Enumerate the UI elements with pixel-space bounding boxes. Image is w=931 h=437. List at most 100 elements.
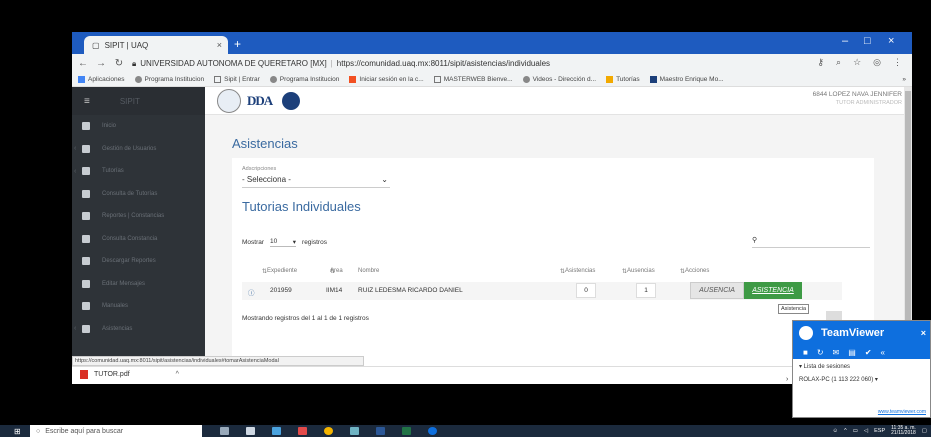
col-acciones[interactable]: ⇅ Acciones <box>680 268 709 275</box>
asistencia-button[interactable]: ASISTENCIA <box>744 282 802 299</box>
session-item[interactable]: ROLAX-PC (1 113 222 060) ▾ <box>799 376 924 383</box>
address-bar[interactable]: 🔒︎ UNIVERSIDAD AUTONOMA DE QUERETARO [MX… <box>132 56 772 71</box>
sidebar-item-tutorias[interactable]: ‹ Tutorías <box>72 160 205 183</box>
info-icon[interactable]: ⓘ <box>248 287 255 297</box>
bookmark-item[interactable]: Iniciar sesión en la c... <box>349 76 424 83</box>
menu-icon[interactable]: ⋮ <box>893 57 902 68</box>
network-icon[interactable]: ▭ <box>853 428 858 434</box>
col-expediente[interactable]: ⇅ Expediente <box>262 268 297 275</box>
sidebar-item-inicio[interactable]: Inicio <box>72 115 205 138</box>
chat-icon[interactable]: ✉ <box>833 348 840 357</box>
minimize-button[interactable]: – <box>842 35 848 47</box>
word-icon[interactable] <box>376 427 385 435</box>
browser-titlebar: ▢ SIPIT | UAQ × + – □ × <box>72 32 912 54</box>
file-explorer-icon[interactable] <box>272 427 281 435</box>
sidebar-item-asistencias[interactable]: ‹ Asistencias <box>72 318 205 341</box>
bookmarks-more[interactable]: » <box>902 76 906 83</box>
search-input[interactable]: ⚲ <box>752 236 870 248</box>
forward-icon[interactable]: → <box>94 58 108 69</box>
bookmark-item[interactable]: Tutorías <box>606 76 640 83</box>
language-indicator[interactable]: ESP <box>874 428 885 434</box>
page-length-select[interactable]: 10 ▾ <box>270 238 297 247</box>
teams-icon <box>649 76 657 83</box>
acrobat-icon[interactable] <box>298 427 307 435</box>
cell-nombre: RUIZ LEDESMA RICARDO DANIEL <box>358 287 463 294</box>
key-icon[interactable]: ⚷ <box>817 57 824 68</box>
search-circle-icon: ○ <box>36 427 41 435</box>
maximize-button[interactable]: □ <box>864 35 871 47</box>
browser-tab[interactable]: ▢ SIPIT | UAQ × <box>84 36 228 54</box>
sidebar-item-consulta-constancia[interactable]: Consulta Constancia <box>72 228 205 251</box>
hamburger-icon[interactable]: ≡ <box>84 96 90 107</box>
download-item[interactable]: TUTOR.pdf ^ <box>80 370 179 379</box>
files-icon[interactable]: ▤ <box>848 348 856 357</box>
chevron-right-icon[interactable]: › <box>786 376 788 383</box>
bookmark-item[interactable]: Programa Institucion <box>134 76 204 83</box>
bookmark-item[interactable]: Sipit | Entrar <box>214 76 260 83</box>
sidebar-item-consulta-tutorias[interactable]: Consulta de Tutorías <box>72 183 205 206</box>
bookmark-item[interactable]: Programa Institucion <box>269 76 339 83</box>
toolbar-actions: ⚷ ⌕ ☆ ◎ ⋮ <box>817 57 902 68</box>
notification-icon[interactable]: ▢ <box>922 428 927 434</box>
bookmark-icon <box>522 76 530 83</box>
check-icon[interactable]: ✔ <box>865 348 872 357</box>
chevron-up-icon[interactable]: ^ <box>176 371 179 378</box>
sidebar-item-usuarios[interactable]: ‹ Gestión de Usuarios <box>72 138 205 161</box>
dda-logo: DDA <box>247 93 273 108</box>
brand-text: SIPIT <box>119 96 140 106</box>
windows-start-icon[interactable]: ⊞ <box>14 427 23 436</box>
tray-arrow-icon[interactable]: ^ <box>844 428 847 434</box>
sidebar-item-reportes[interactable]: Reportes | Constancias <box>72 205 205 228</box>
bookmark-item[interactable]: MASTERWEB Bienve... <box>433 76 513 83</box>
star-icon[interactable]: ☆ <box>853 57 861 68</box>
zoom-icon[interactable]: ⌕ <box>836 57 841 68</box>
app-icon[interactable] <box>350 427 359 435</box>
sync-icon[interactable]: ↻ <box>817 348 824 357</box>
reload-icon[interactable]: ↻ <box>112 58 126 69</box>
expand-icon: ‹ <box>74 145 77 153</box>
bookmark-apps[interactable]: Aplicaciones <box>78 76 125 83</box>
table-row: ⓘ 201959 IIM14 RUIZ LEDESMA RICARDO DANI… <box>242 282 842 300</box>
records-label: registros <box>302 239 327 246</box>
users-icon <box>82 144 90 153</box>
lock-icon: 🔒︎ <box>132 58 137 68</box>
sidebar-item-mensajes[interactable]: Editar Mensajes <box>72 273 205 296</box>
taskbar: ⊞ ○ Escribe aquí para buscar ☺ ^ ▭ ◁ ESP… <box>0 425 931 437</box>
adscripciones-value: - Selecciona - <box>242 175 291 184</box>
back-icon[interactable]: ← <box>76 58 90 69</box>
extension-icon[interactable]: ◎ <box>873 57 881 68</box>
scroll-thumb[interactable] <box>905 91 911 351</box>
task-view-icon[interactable] <box>246 427 255 435</box>
taskbar-search[interactable]: ○ Escribe aquí para buscar <box>30 425 202 437</box>
people-icon[interactable]: ☺ <box>832 428 838 434</box>
asistencias-panel: Adscripciones - Selecciona - ⌄ Tutorias … <box>232 158 874 368</box>
teamviewer-close-icon[interactable]: × <box>921 328 926 338</box>
volume-icon[interactable]: ◁ <box>864 428 868 434</box>
col-area[interactable]: Area ⇅ <box>330 268 343 275</box>
new-tab-button[interactable]: + <box>234 37 241 51</box>
col-asistencias[interactable]: ⇅ Asistencias <box>560 268 595 275</box>
collapse-icon[interactable]: « <box>881 348 885 357</box>
tab-close-icon[interactable]: × <box>217 40 222 50</box>
chrome-icon[interactable] <box>324 427 333 435</box>
session-list-label[interactable]: ▾ Lista de sesiones <box>799 363 924 370</box>
camera-icon[interactable]: ■ <box>803 348 808 357</box>
screen: ▢ SIPIT | UAQ × + – □ × ← → ↻ 🔒︎ UNIVERS… <box>0 0 931 437</box>
sidebar-item-manuales[interactable]: Manuales <box>72 295 205 318</box>
excel-icon[interactable] <box>402 427 411 435</box>
adscripciones-select[interactable]: - Selecciona - ⌄ <box>242 175 390 188</box>
ausencia-button[interactable]: AUSENCIA <box>690 282 744 299</box>
teamviewer-taskbar-icon[interactable] <box>428 427 437 435</box>
col-ausencias[interactable]: ⇅ Ausencias <box>622 268 655 275</box>
bookmark-item[interactable]: Videos - Dirección d... <box>522 76 596 83</box>
chevron-down-icon: ⌄ <box>381 175 388 184</box>
home-icon <box>82 122 90 131</box>
user-info[interactable]: 6844 LOPEZ NAVA JENNIFER TUTOR ADMINISTR… <box>813 91 902 107</box>
mic-icon[interactable] <box>220 427 229 435</box>
teamviewer-link[interactable]: www.teamviewer.com <box>878 409 926 415</box>
clock[interactable]: 11:35 a. m. 21/11/2018 <box>891 425 916 437</box>
sidebar-item-descargar[interactable]: Descargar Reportes <box>72 250 205 273</box>
close-window-button[interactable]: × <box>888 35 894 47</box>
teamviewer-logo-icon <box>799 326 813 340</box>
bookmark-item[interactable]: Maestro Enrique Mo... <box>649 76 724 83</box>
